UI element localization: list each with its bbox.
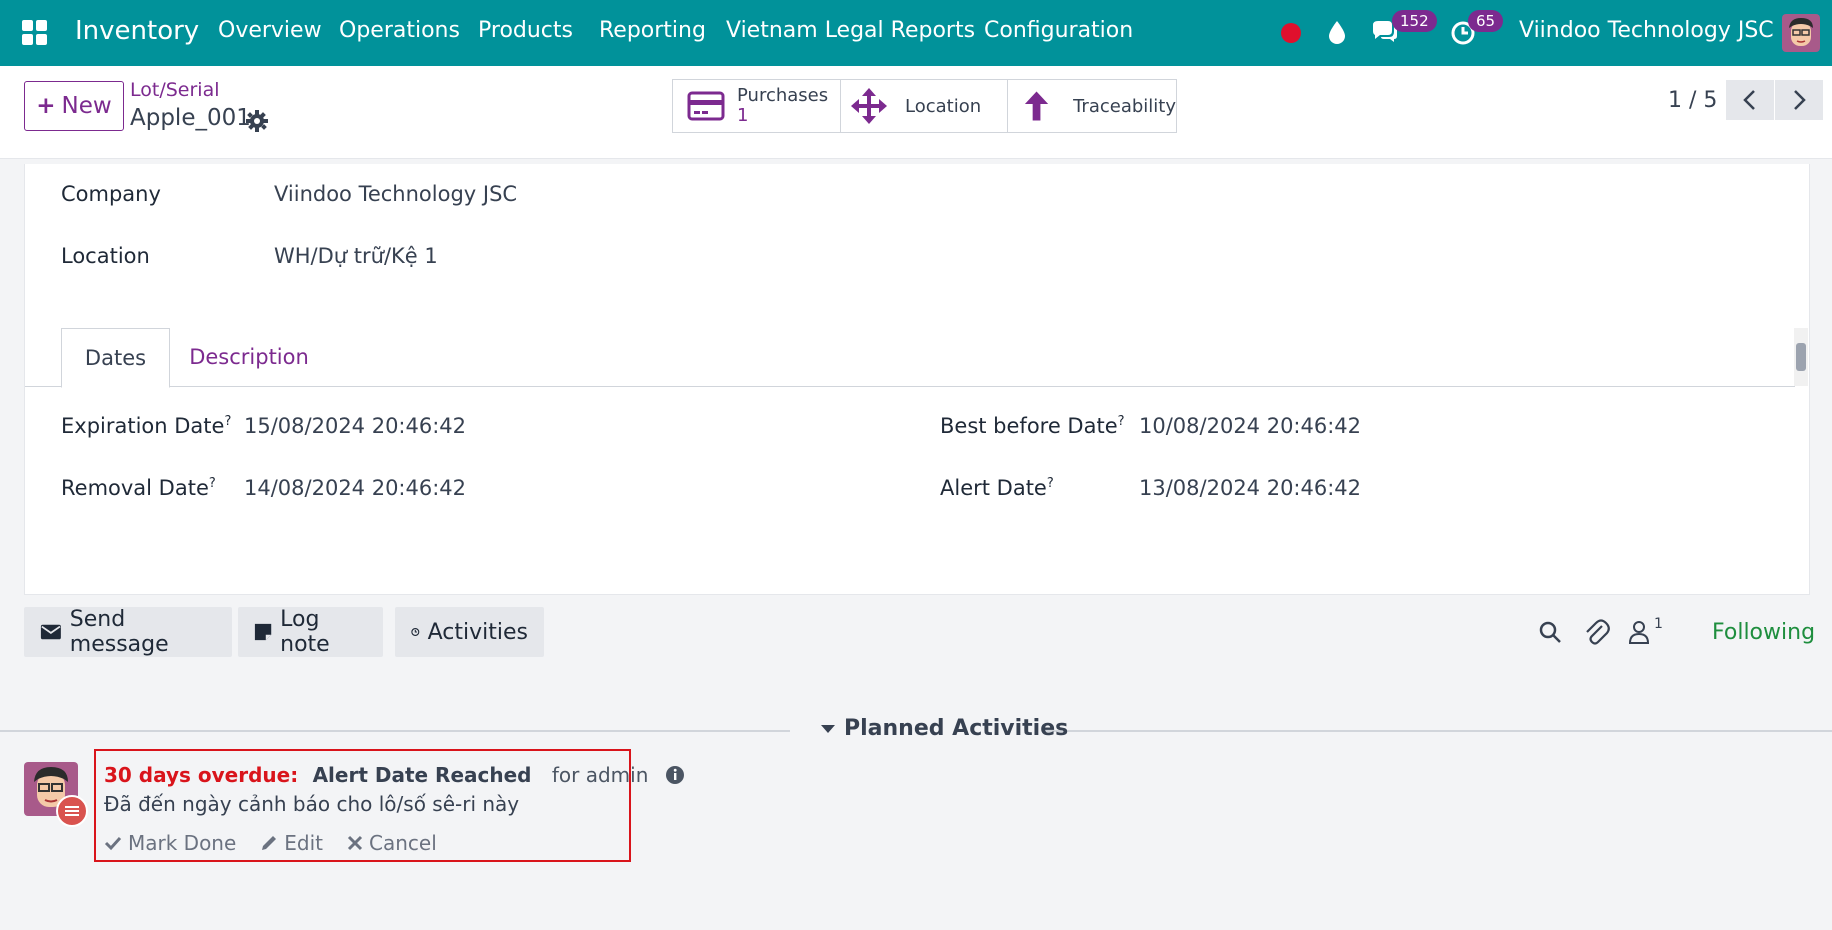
help-tooltip-icon[interactable]: ? <box>1118 414 1125 429</box>
chevron-left-icon <box>1743 90 1755 110</box>
menu-operations[interactable]: Operations <box>339 18 460 43</box>
arrows-move-icon <box>851 88 887 124</box>
activity-type-badge-icon <box>56 795 88 827</box>
divider-right <box>1044 730 1832 732</box>
location-field[interactable]: WH/Dự trữ/Kệ 1 <box>274 244 438 268</box>
menu-configuration[interactable]: Configuration <box>984 18 1133 43</box>
followers-count: 1 <box>1654 616 1663 632</box>
location-label: Location <box>905 95 982 117</box>
mark-done-label: Mark Done <box>128 831 237 855</box>
breadcrumb-lot-serial[interactable]: Lot/Serial <box>130 79 220 101</box>
menu-overview[interactable]: Overview <box>218 18 322 43</box>
cancel-activity-button[interactable]: Cancel <box>347 831 437 855</box>
activity-overdue-label: 30 days overdue: <box>104 763 299 787</box>
caret-down-icon <box>821 724 835 733</box>
credit-card-icon <box>687 91 725 121</box>
removal-date-label: Removal Date? <box>61 476 216 500</box>
purchases-smart-button[interactable]: Purchases 1 <box>672 79 842 133</box>
expiration-date-label: Expiration Date? <box>61 414 232 438</box>
activity-item: 30 days overdue: Alert Date Reached for … <box>94 749 684 862</box>
search-icon[interactable] <box>1538 620 1562 644</box>
tab-divider <box>25 386 1795 387</box>
clock-icon <box>411 628 420 636</box>
plus-icon: + <box>36 93 56 119</box>
apps-menu-icon[interactable] <box>22 20 47 45</box>
pager-value[interactable]: 1 / 5 <box>1668 88 1717 113</box>
close-icon <box>347 835 363 851</box>
best-before-date-field[interactable]: 10/08/2024 20:46:42 <box>1139 414 1361 438</box>
send-message-label: Send message <box>69 607 169 657</box>
activity-header: 30 days overdue: Alert Date Reached for … <box>104 763 685 787</box>
log-note-label: Log note <box>280 607 330 657</box>
pager-previous-button[interactable] <box>1726 80 1774 120</box>
check-icon <box>104 836 122 851</box>
purchases-label: Purchases <box>737 85 829 106</box>
pencil-icon <box>262 836 277 850</box>
company-label: Company <box>61 182 161 206</box>
note-icon <box>254 623 272 641</box>
removal-date-field[interactable]: 14/08/2024 20:46:42 <box>244 476 466 500</box>
menu-reporting[interactable]: Reporting <box>599 18 706 43</box>
user-avatar[interactable] <box>1782 14 1820 52</box>
tab-scrollbar[interactable] <box>1794 328 1808 386</box>
help-tooltip-icon[interactable]: ? <box>1047 476 1054 491</box>
help-tooltip-icon[interactable]: ? <box>224 414 231 429</box>
menu-products[interactable]: Products <box>478 18 573 43</box>
edit-label: Edit <box>284 831 324 855</box>
arrow-up-icon <box>1024 91 1049 121</box>
activity-assignee: for admin <box>551 763 649 787</box>
edit-activity-button[interactable]: Edit <box>260 831 323 855</box>
paperclip-icon[interactable] <box>1584 618 1610 646</box>
info-icon[interactable] <box>665 765 685 785</box>
help-tooltip-icon[interactable]: ? <box>209 476 216 491</box>
company-switcher[interactable]: Viindoo Technology JSC <box>1519 18 1774 43</box>
traceability-label: Traceability <box>1073 95 1176 117</box>
new-button[interactable]: + New <box>24 81 124 131</box>
activities-label: Activities <box>427 619 528 645</box>
expiration-date-field[interactable]: 15/08/2024 20:46:42 <box>244 414 466 438</box>
activity-count-badge: 65 <box>1468 10 1504 32</box>
activity-note: Đã đến ngày cảnh báo cho lô/số sê-ri này <box>104 792 520 816</box>
cancel-label: Cancel <box>369 831 437 855</box>
following-button[interactable]: Following <box>1712 620 1815 645</box>
chevron-right-icon <box>1794 90 1806 110</box>
tab-dates[interactable]: Dates <box>61 328 170 388</box>
location-smart-button[interactable]: Location <box>840 79 1010 133</box>
chat-count-badge: 152 <box>1392 10 1437 32</box>
divider-left <box>0 730 790 732</box>
top-navbar: Inventory Overview Operations Products R… <box>0 0 1832 66</box>
log-note-button[interactable]: Log note <box>238 607 383 657</box>
send-message-button[interactable]: Send message <box>24 607 232 657</box>
traceability-smart-button[interactable]: Traceability <box>1007 79 1177 133</box>
recording-indicator-icon[interactable] <box>1281 23 1301 43</box>
mark-done-button[interactable]: Mark Done <box>104 831 236 855</box>
planned-activities-toggle[interactable]: Planned Activities <box>820 716 1068 741</box>
menu-vietnam-legal-reports[interactable]: Vietnam Legal Reports <box>726 18 975 43</box>
follower-user-icon[interactable] <box>1628 620 1650 644</box>
pager-next-button[interactable] <box>1775 80 1823 120</box>
alert-date-field[interactable]: 13/08/2024 20:46:42 <box>1139 476 1361 500</box>
location-field-label: Location <box>61 244 150 268</box>
breadcrumb-current-record: Apple_001 <box>130 105 251 131</box>
new-button-label: New <box>61 93 112 119</box>
activity-actions: Mark Done Edit Cancel <box>104 831 437 855</box>
alert-date-label: Alert Date? <box>940 476 1054 500</box>
control-panel: + New Lot/Serial Apple_001 Purchases 1 L… <box>0 66 1832 159</box>
activities-button[interactable]: Activities <box>395 607 544 657</box>
activity-summary: Alert Date Reached <box>312 763 532 787</box>
purchases-count: 1 <box>737 105 749 126</box>
best-before-date-label: Best before Date? <box>940 414 1125 438</box>
gear-icon[interactable] <box>246 110 268 132</box>
company-field[interactable]: Viindoo Technology JSC <box>274 182 517 206</box>
water-drop-icon[interactable] <box>1322 17 1352 47</box>
tab-description[interactable]: Description <box>168 328 330 386</box>
envelope-icon <box>40 624 61 640</box>
app-brand[interactable]: Inventory <box>75 16 199 46</box>
planned-activities-title: Planned Activities <box>844 716 1069 741</box>
